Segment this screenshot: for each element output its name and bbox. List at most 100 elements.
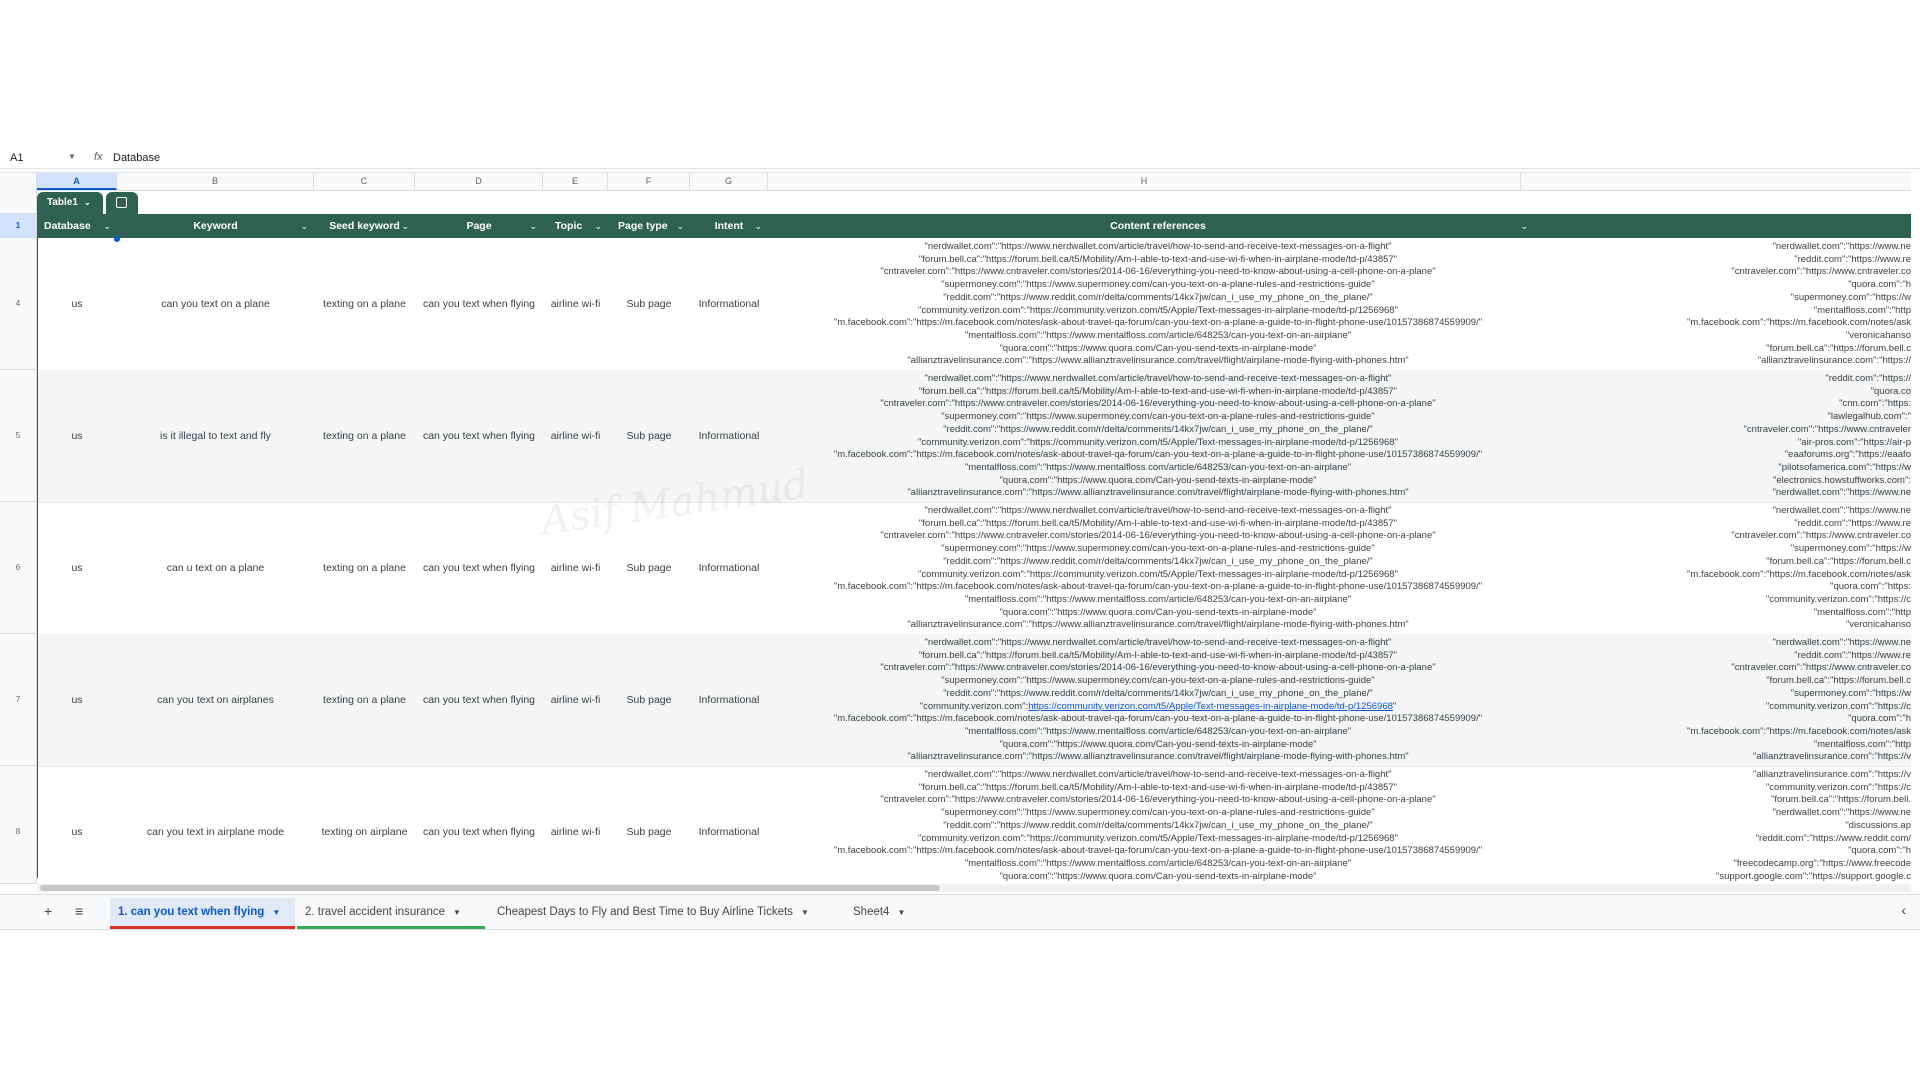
cell-page-type[interactable]: Sub page [608, 634, 690, 766]
vertical-scrollbar[interactable] [1911, 172, 1920, 892]
formula-bar: A1 ▼ fx Database [0, 150, 1920, 169]
column-header-a[interactable]: A [37, 173, 117, 190]
cell-page[interactable]: can you text when flying [415, 766, 543, 884]
row-number[interactable]: 7 [0, 634, 37, 766]
function-icon: fx [94, 151, 103, 163]
cell-page[interactable]: can you text when flying [415, 502, 543, 634]
column-header-d[interactable]: D [415, 173, 543, 190]
chevron-down-icon[interactable]: ⌄ [103, 214, 111, 238]
chevron-down-icon[interactable]: ▼ [897, 908, 905, 917]
sheet-tab-2[interactable]: 2. travel accident insurance ▼ [297, 898, 485, 929]
header-page-type[interactable]: Page type ⌄ [608, 214, 690, 238]
sheet-tab-4[interactable]: Sheet4 ▼ [845, 898, 925, 926]
row-number[interactable]: 8 [0, 766, 37, 884]
cell-content-references-2[interactable]: "nerdwallet.com":"https://www.ne "reddit.… [1548, 241, 1911, 368]
column-header-c[interactable]: C [314, 173, 415, 190]
chevron-down-icon[interactable]: ⌄ [754, 214, 762, 238]
cell-intent[interactable]: Informational [690, 634, 768, 766]
cell-topic[interactable]: airline wi-fi [543, 766, 608, 884]
header-database[interactable]: Database ⌄ [37, 214, 117, 238]
chevron-left-icon[interactable]: ‹ [1901, 902, 1906, 918]
cell-keyword[interactable]: can u text on a plane [117, 502, 314, 634]
cell-database[interactable]: us [37, 238, 117, 370]
tab-color-indicator [297, 926, 485, 929]
cell-page-type[interactable]: Sub page [608, 238, 690, 370]
plus-icon[interactable]: + [44, 903, 52, 919]
cell-page-type[interactable]: Sub page [608, 766, 690, 884]
column-header-e[interactable]: E [543, 173, 608, 190]
cell-content-references[interactable]: "nerdwallet.com":"https://www.nerdwallet… [768, 373, 1548, 500]
column-header-g[interactable]: G [690, 173, 768, 190]
cell-keyword[interactable]: is it illegal to text and fly [117, 370, 314, 502]
chevron-down-icon[interactable]: ⌄ [401, 214, 409, 238]
cell-topic[interactable]: airline wi-fi [543, 634, 608, 766]
cell-seed-keyword[interactable]: texting on a plane [314, 370, 415, 502]
column-header-h[interactable]: H [768, 173, 1521, 190]
header-page[interactable]: Page ⌄ [415, 214, 543, 238]
verizon-link[interactable]: https://community.verizon.com/t5/Apple/T… [1028, 701, 1393, 712]
sheet-tab-3[interactable]: Cheapest Days to Fly and Best Time to Bu… [489, 898, 839, 926]
cell-page[interactable]: can you text when flying [415, 370, 543, 502]
cell-database[interactable]: us [37, 634, 117, 766]
row-number-1[interactable]: 1 [0, 214, 37, 238]
chevron-down-icon[interactable]: ⌄ [676, 214, 684, 238]
chevron-down-icon: ⌄ [83, 198, 91, 207]
table-icon [116, 197, 127, 208]
cell-intent[interactable]: Informational [690, 766, 768, 884]
cell-topic[interactable]: airline wi-fi [543, 370, 608, 502]
header-seed-keyword[interactable]: Seed keyword ⌄ [314, 214, 415, 238]
cell-keyword[interactable]: can you text in airplane mode [117, 766, 314, 884]
row-number[interactable]: 4 [0, 238, 37, 370]
column-header-b[interactable]: B [117, 173, 314, 190]
cell-content-references-2[interactable]: "nerdwallet.com":"https://www.ne "reddit.… [1548, 637, 1911, 764]
horizontal-scrollbar-thumb[interactable] [40, 885, 940, 891]
chevron-down-icon[interactable]: ▼ [68, 152, 76, 161]
cell-seed-keyword[interactable]: texting on a plane [314, 502, 415, 634]
cell-page[interactable]: can you text when flying [415, 238, 543, 370]
table-name-tab[interactable]: Table1 ⌄ [37, 192, 103, 214]
cell-seed-keyword[interactable]: texting on airplane [314, 766, 415, 884]
cell-content-references-2[interactable]: "nerdwallet.com":"https://www.ne "reddit.… [1548, 505, 1911, 632]
column-header-i[interactable] [1521, 173, 1911, 190]
select-all-corner[interactable] [0, 173, 37, 190]
cell-database[interactable]: us [37, 370, 117, 502]
column-header-bar: A B C D E F G H [0, 172, 1920, 191]
chevron-down-icon[interactable]: ⌄ [300, 214, 308, 238]
selection-handle[interactable] [114, 236, 120, 242]
cell-content-references[interactable]: "nerdwallet.com":"https://www.nerdwallet… [768, 505, 1548, 632]
header-content-references[interactable]: Content references ⌄ [768, 214, 1548, 238]
cell-content-references[interactable]: "nerdwallet.com":"https://www.nerdwallet… [768, 769, 1548, 883]
row-number[interactable]: 6 [0, 502, 37, 634]
cell-database[interactable]: us [37, 766, 117, 884]
column-header-f[interactable]: F [608, 173, 690, 190]
cell-seed-keyword[interactable]: texting on a plane [314, 634, 415, 766]
cell-content-references-2[interactable]: "reddit.com":"https://"quora.co "cnn.com"… [1548, 373, 1911, 500]
cell-content-references-2[interactable]: "allianztravelinsurance.com":"https://v "… [1548, 769, 1911, 883]
header-keyword[interactable]: Keyword ⌄ [117, 214, 314, 238]
table-row: us can you text in airplane mode texting… [37, 766, 1911, 885]
chevron-down-icon[interactable]: ⌄ [1520, 214, 1528, 238]
cell-topic[interactable]: airline wi-fi [543, 238, 608, 370]
row-number[interactable]: 5 [0, 370, 37, 502]
sheet-tab-1[interactable]: 1. can you text when flying ▼ [110, 898, 295, 929]
cell-seed-keyword[interactable]: texting on a plane [314, 238, 415, 370]
table-view-button[interactable] [106, 192, 138, 214]
chevron-down-icon[interactable]: ⌄ [529, 214, 537, 238]
table-row: us can you text on airplanes texting on … [37, 634, 1911, 767]
chevron-down-icon[interactable]: ▼ [453, 908, 461, 917]
name-box[interactable]: A1 ▼ [10, 152, 80, 166]
cell-keyword[interactable]: can you text on airplanes [117, 634, 314, 766]
cell-content-references[interactable]: "nerdwallet.com":"https://www.nerdwallet… [768, 241, 1548, 368]
cell-keyword[interactable]: can you text on a plane [117, 238, 314, 370]
formula-input[interactable]: Database [113, 152, 160, 164]
list-icon[interactable]: ≡ [75, 903, 83, 919]
cell-page[interactable]: can you text when flying [415, 634, 543, 766]
header-intent[interactable]: Intent ⌄ [690, 214, 768, 238]
chevron-down-icon[interactable]: ▼ [272, 908, 280, 917]
cell-intent[interactable]: Informational [690, 238, 768, 370]
chevron-down-icon[interactable]: ⌄ [594, 214, 602, 238]
cell-content-references[interactable]: "nerdwallet.com":"https://www.nerdwallet… [768, 637, 1548, 764]
header-topic[interactable]: Topic ⌄ [543, 214, 608, 238]
cell-database[interactable]: us [37, 502, 117, 634]
chevron-down-icon[interactable]: ▼ [801, 908, 809, 917]
